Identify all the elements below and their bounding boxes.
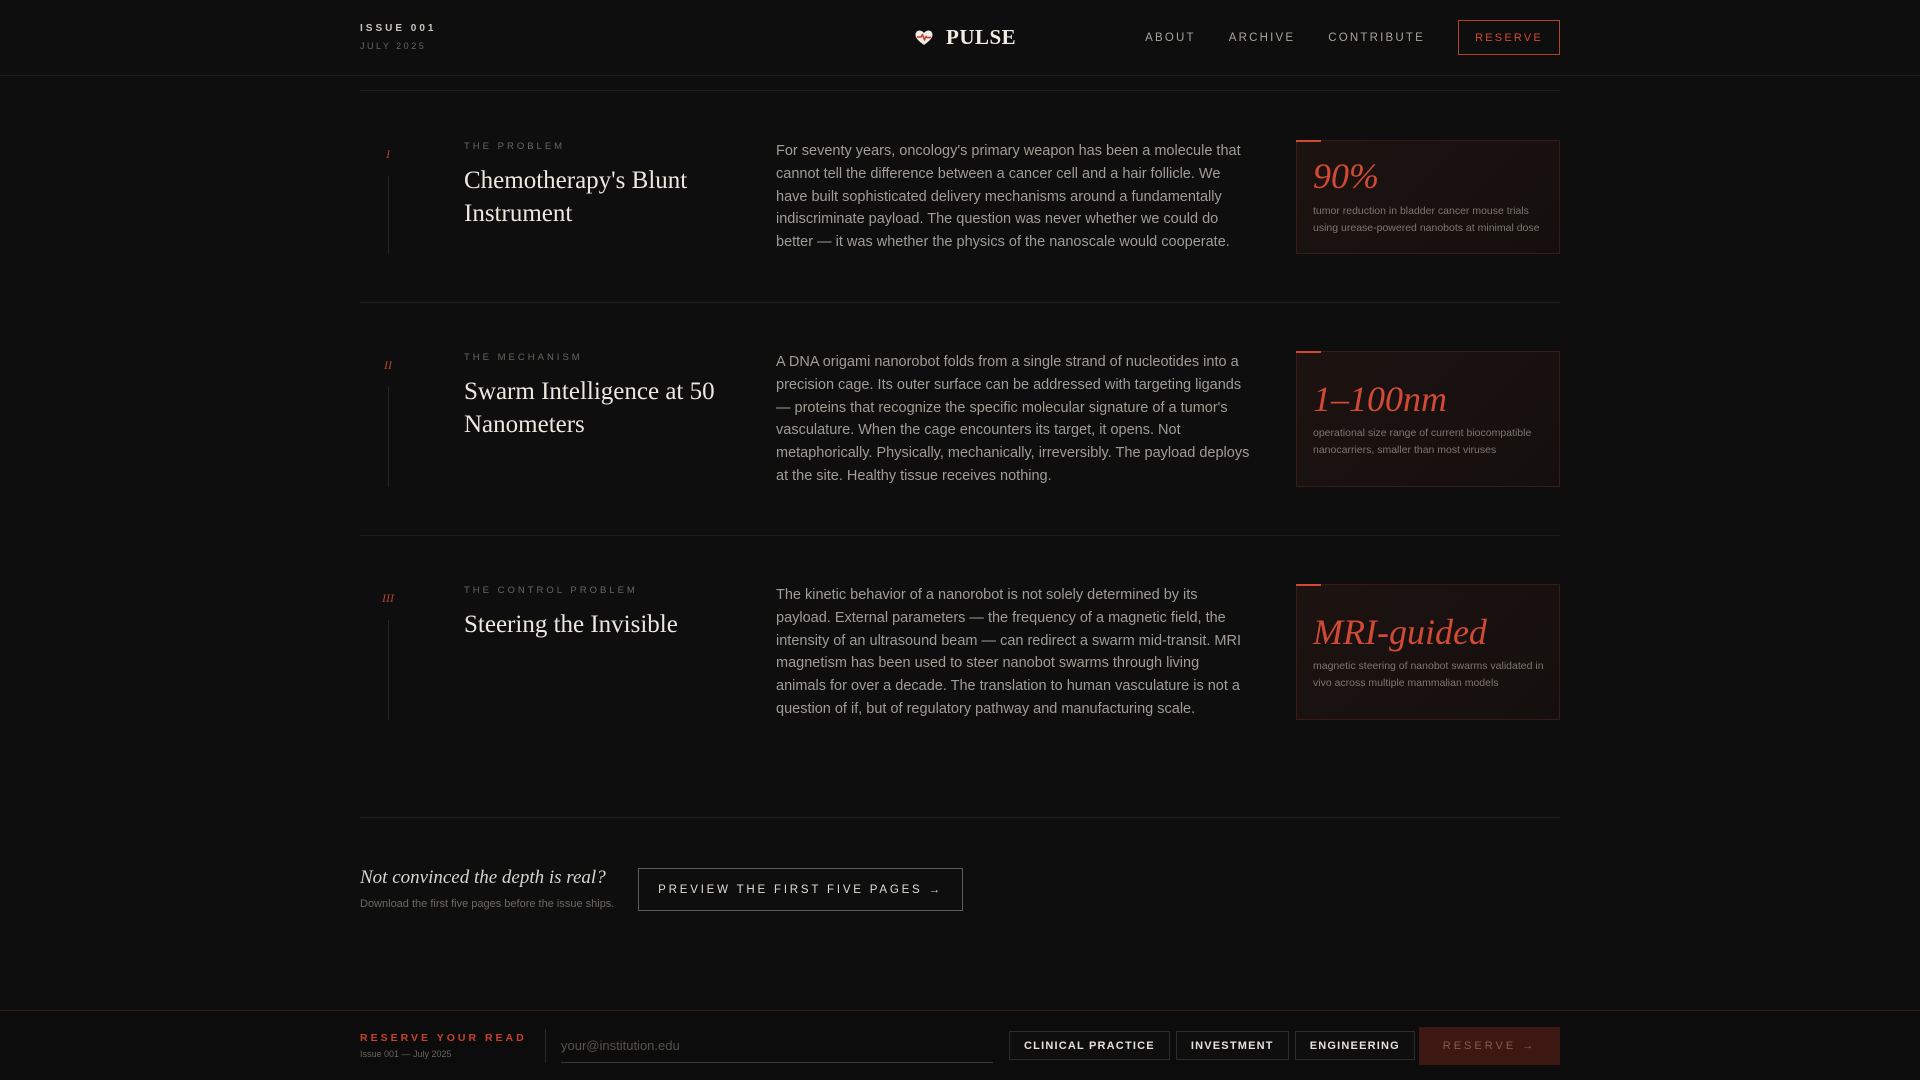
issue-date: JULY 2025 [360,41,427,51]
numeral-line [388,387,389,487]
divider [545,1029,546,1063]
chip-clinical-practice[interactable]: CLINICAL PRACTICE [1009,1031,1170,1060]
divider [360,817,1560,818]
section-title: Steering the Invisible [464,611,678,638]
section-kicker: THE PROBLEM [464,141,566,152]
stat-accent [1296,140,1321,142]
section-kicker: THE CONTROL PROBLEM [464,585,638,596]
section-body: A DNA origami nanorobot folds from a sin… [776,354,1250,484]
divider [360,302,1560,303]
section-kicker: THE MECHANISM [464,352,583,363]
reserve-bar-label: RESERVE YOUR READ [360,1032,527,1044]
issue-info: ISSUE 001 JULY 2025 [360,23,436,51]
stat-card: 1–100nm operational size range of curren… [1296,351,1560,487]
section-body: For seventy years, oncology's primary we… [776,143,1241,251]
cta-subtext: Download the first five pages before the… [360,898,615,910]
preview-pages-button[interactable]: PREVIEW THE FIRST FIVE PAGES → [638,868,963,911]
section-title: Chemotherapy's Blunt Instrument [464,167,688,227]
section-numeral: II [384,358,392,372]
issue-label: ISSUE 001 [360,23,437,34]
section-title: Swarm Intelligence at 50 Nanometers [464,378,715,438]
stat-description: operational size range of current biocom… [1313,427,1532,456]
main-nav: ABOUT ARCHIVE CONTRIBUTE RESERVE [1145,20,1560,55]
audience-chips: CLINICAL PRACTICE INVESTMENT ENGINEERING [1009,1031,1415,1060]
reserve-bar: RESERVE YOUR READ Issue 001 — July 2025 … [0,1010,1920,1080]
divider [360,535,1560,536]
stat-accent [1296,584,1321,586]
stat-value: 90% [1313,156,1379,196]
cta-question: Not convinced the depth is real? [360,867,606,888]
stat-value: 1–100nm [1313,379,1447,419]
divider [360,90,1560,91]
nav-contribute[interactable]: CONTRIBUTE [1328,32,1425,44]
numeral-line [388,620,389,720]
section-numeral: III [382,591,394,605]
chip-investment[interactable]: INVESTMENT [1175,1031,1289,1060]
chip-engineering[interactable]: ENGINEERING [1294,1031,1415,1060]
reserve-bar-issue: Issue 001 — July 2025 [360,1049,452,1059]
numeral-line [388,176,389,254]
stat-description: magnetic steering of nanobot swarms vali… [1313,660,1544,689]
site-header: ISSUE 001 JULY 2025 PULSE ABOUT ARCHIVE … [0,0,1920,76]
stat-description: tumor reduction in bladder cancer mouse … [1313,205,1540,234]
header-reserve-button[interactable]: RESERVE [1458,20,1560,55]
reserve-submit-button[interactable]: RESERVE → [1419,1027,1560,1065]
section-numeral: I [386,147,390,161]
heart-pulse-icon [915,30,933,45]
stat-card: MRI-guided magnetic steering of nanobot … [1296,584,1560,720]
section-body: The kinetic behavior of a nanorobot is n… [776,587,1241,717]
logo[interactable]: PULSE [914,25,1016,50]
stat-accent [1296,351,1321,353]
email-field[interactable] [561,1029,993,1063]
nav-about[interactable]: ABOUT [1145,32,1196,44]
stat-card: 90% tumor reduction in bladder cancer mo… [1296,140,1560,254]
logo-text: PULSE [946,25,1017,49]
nav-archive[interactable]: ARCHIVE [1229,32,1296,44]
stat-value: MRI-guided [1313,612,1487,652]
